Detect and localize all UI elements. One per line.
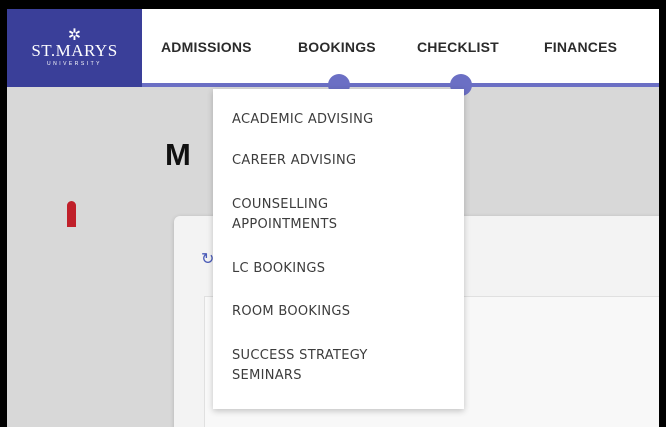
logo-star-icon: ✲ <box>67 25 82 44</box>
nav-checklist[interactable]: CHECKLIST <box>417 39 499 55</box>
nav-admissions[interactable]: ADMISSIONS <box>161 39 252 55</box>
nav-bookings[interactable]: BOOKINGS <box>298 39 376 55</box>
app-viewport: ✲ ST.MARYS UNIVERSITY ADMISSIONS BOOKING… <box>7 9 659 427</box>
menu-item-room-bookings[interactable]: ROOM BOOKINGS <box>232 302 452 322</box>
menu-item-academic-advising[interactable]: ACADEMIC ADVISING <box>232 110 452 130</box>
logo-name: ST.MARYS <box>31 41 118 60</box>
menu-item-success-strategy-seminars[interactable]: SUCCESS STRATEGY SEMINARS <box>232 346 402 386</box>
logo-subtitle: UNIVERSITY <box>46 61 102 67</box>
menu-item-career-advising[interactable]: CAREER ADVISING <box>232 151 452 171</box>
status-marker <box>67 201 76 227</box>
nav-finances[interactable]: FINANCES <box>544 39 617 55</box>
menu-item-lc-bookings[interactable]: LC BOOKINGS <box>232 259 452 279</box>
university-logo[interactable]: ✲ ST.MARYS UNIVERSITY <box>7 9 142 87</box>
bookings-dropdown-menu: ACADEMIC ADVISING CAREER ADVISING COUNSE… <box>213 89 464 409</box>
menu-item-counselling-appointments[interactable]: COUNSELLING APPOINTMENTS <box>232 195 382 235</box>
page-title: M <box>165 137 191 172</box>
